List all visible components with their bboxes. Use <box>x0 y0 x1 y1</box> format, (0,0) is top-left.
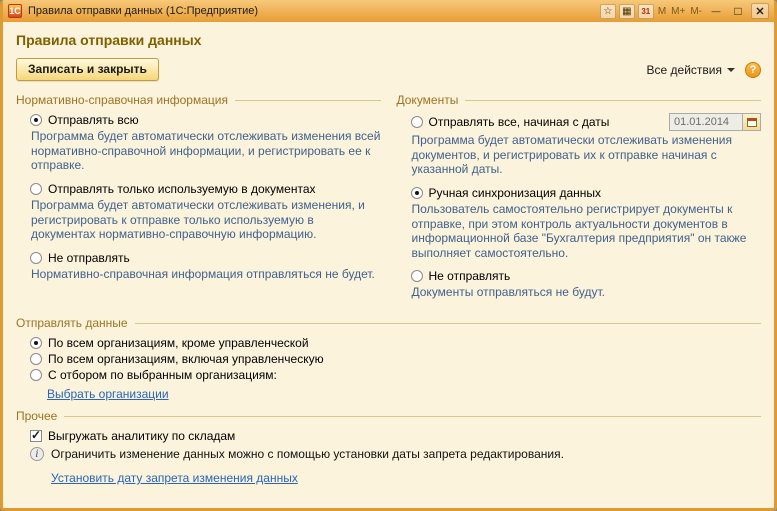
group-other: Прочее Выгружать аналитику по складам Ог… <box>16 409 761 485</box>
minimize-button[interactable] <box>707 3 725 19</box>
close-button[interactable] <box>751 3 769 19</box>
radio-button[interactable] <box>411 116 423 128</box>
option-description: Пользователь самостоятельно регистрирует… <box>412 202 762 261</box>
group-divider <box>135 323 761 324</box>
titlebar: 1С Правила отправки данных (1С:Предприят… <box>3 0 774 22</box>
group-send-data-header: Отправлять данные <box>16 316 761 330</box>
calendar-icon <box>747 118 757 127</box>
radio-button[interactable] <box>30 369 42 381</box>
checkbox[interactable] <box>30 430 42 442</box>
group-nsi-content: Отправлять всю Программа будет автоматич… <box>16 113 381 281</box>
radio-option-all-orgs-except-mgmt[interactable]: По всем организациям, кроме управленческ… <box>30 336 761 350</box>
calculator-icon[interactable] <box>619 4 635 19</box>
group-send-data-title: Отправлять данные <box>16 316 128 330</box>
group-nsi: Нормативно-справочная информация Отправл… <box>16 90 381 309</box>
group-divider <box>235 100 381 101</box>
form-content: Правила отправки данных Записать и закры… <box>3 22 774 485</box>
memory-mplus-button[interactable]: М+ <box>670 6 686 17</box>
top-columns: Нормативно-справочная информация Отправл… <box>16 90 761 313</box>
group-documents-content: Отправлять все, начиная с даты Программа… <box>397 113 762 300</box>
calendar-icon[interactable] <box>638 4 654 19</box>
radio-label: С отбором по выбранным организациям: <box>48 368 277 382</box>
favorites-icon[interactable] <box>600 4 616 19</box>
radio-option-no-send-docs[interactable]: Не отправлять <box>411 269 762 283</box>
help-button[interactable]: ? <box>745 62 761 78</box>
group-other-title: Прочее <box>16 409 57 423</box>
page-title: Правила отправки данных <box>16 32 761 48</box>
checkbox-option-export-warehouse-analytics[interactable]: Выгружать аналитику по складам <box>30 429 761 443</box>
option-description: Программа будет автоматически отслеживат… <box>31 198 381 242</box>
radio-label: Отправлять всю <box>48 113 139 127</box>
group-send-data: Отправлять данные По всем организациям, … <box>16 316 761 405</box>
toolbar: Записать и закрыть Все действия ? <box>16 58 761 81</box>
radio-label: По всем организациям, кроме управленческ… <box>48 336 309 350</box>
radio-option-send-used-nsi[interactable]: Отправлять только используемую в докумен… <box>30 182 381 196</box>
all-actions-button[interactable]: Все действия <box>647 63 735 77</box>
radio-button[interactable] <box>30 183 42 195</box>
checkbox-label: Выгружать аналитику по складам <box>48 429 235 443</box>
radio-option-manual-sync[interactable]: Ручная синхронизация данных <box>411 186 762 200</box>
radio-label: Отправлять все, начиная с даты <box>429 115 610 129</box>
radio-button[interactable] <box>30 114 42 126</box>
radio-option-selected-orgs[interactable]: С отбором по выбранным организациям: <box>30 368 761 382</box>
titlebar-right: М М+ М- <box>600 3 769 19</box>
radio-option-all-orgs-incl-mgmt[interactable]: По всем организациям, включая управленче… <box>30 352 761 366</box>
info-text: Ограничить изменение данных можно с помо… <box>51 447 564 461</box>
save-and-close-button[interactable]: Записать и закрыть <box>16 58 159 81</box>
info-row: Ограничить изменение данных можно с помо… <box>30 447 761 461</box>
radio-button[interactable] <box>30 337 42 349</box>
group-other-header: Прочее <box>16 409 761 423</box>
option-description: Программа будет автоматически отслеживат… <box>412 133 762 177</box>
group-documents-header: Документы <box>397 93 762 107</box>
radio-button[interactable] <box>411 187 423 199</box>
group-divider <box>64 416 761 417</box>
option-description: Документы отправляться не будут. <box>412 285 762 300</box>
radio-button[interactable] <box>30 252 42 264</box>
radio-label: Не отправлять <box>429 269 511 283</box>
radio-label: По всем организациям, включая управленче… <box>48 352 324 366</box>
group-other-content: Выгружать аналитику по складам Ограничит… <box>16 429 761 485</box>
group-documents: Документы Отправлять все, начиная с даты <box>397 90 762 309</box>
radio-label: Не отправлять <box>48 251 130 265</box>
chevron-down-icon <box>727 68 735 72</box>
radio-label: Отправлять только используемую в докумен… <box>48 182 316 196</box>
memory-m-button[interactable]: М <box>657 6 667 17</box>
app-window: 1С Правила отправки данных (1С:Предприят… <box>0 0 777 511</box>
memory-mminus-button[interactable]: М- <box>689 6 703 17</box>
option-description: Нормативно-справочная информация отправл… <box>31 267 381 282</box>
toolbar-right: Все действия ? <box>647 62 761 78</box>
radio-button[interactable] <box>411 270 423 282</box>
maximize-button[interactable] <box>729 3 747 19</box>
group-send-data-content: По всем организациям, кроме управленческ… <box>16 336 761 405</box>
all-actions-label: Все действия <box>647 63 722 77</box>
radio-option-send-all-docs[interactable]: Отправлять все, начиная с даты <box>411 113 762 131</box>
group-divider <box>465 100 761 101</box>
date-picker-button[interactable] <box>743 113 761 131</box>
radio-label: Ручная синхронизация данных <box>429 186 602 200</box>
option-description: Программа будет автоматически отслеживат… <box>31 129 381 173</box>
group-nsi-title: Нормативно-справочная информация <box>16 93 228 107</box>
select-organizations-link[interactable]: Выбрать организации <box>47 387 169 401</box>
radio-option-send-all-nsi[interactable]: Отправлять всю <box>30 113 381 127</box>
group-nsi-header: Нормативно-справочная информация <box>16 93 381 107</box>
start-date-input[interactable] <box>669 113 743 131</box>
set-restriction-date-link[interactable]: Установить дату запрета изменения данных <box>51 471 298 485</box>
radio-option-no-send-nsi[interactable]: Не отправлять <box>30 251 381 265</box>
start-date-field-group <box>669 113 761 131</box>
window-title: Правила отправки данных (1С:Предприятие) <box>28 5 258 17</box>
info-icon <box>30 447 44 461</box>
group-documents-title: Документы <box>397 93 459 107</box>
1c-logo-icon: 1С <box>8 4 22 18</box>
radio-button[interactable] <box>30 353 42 365</box>
